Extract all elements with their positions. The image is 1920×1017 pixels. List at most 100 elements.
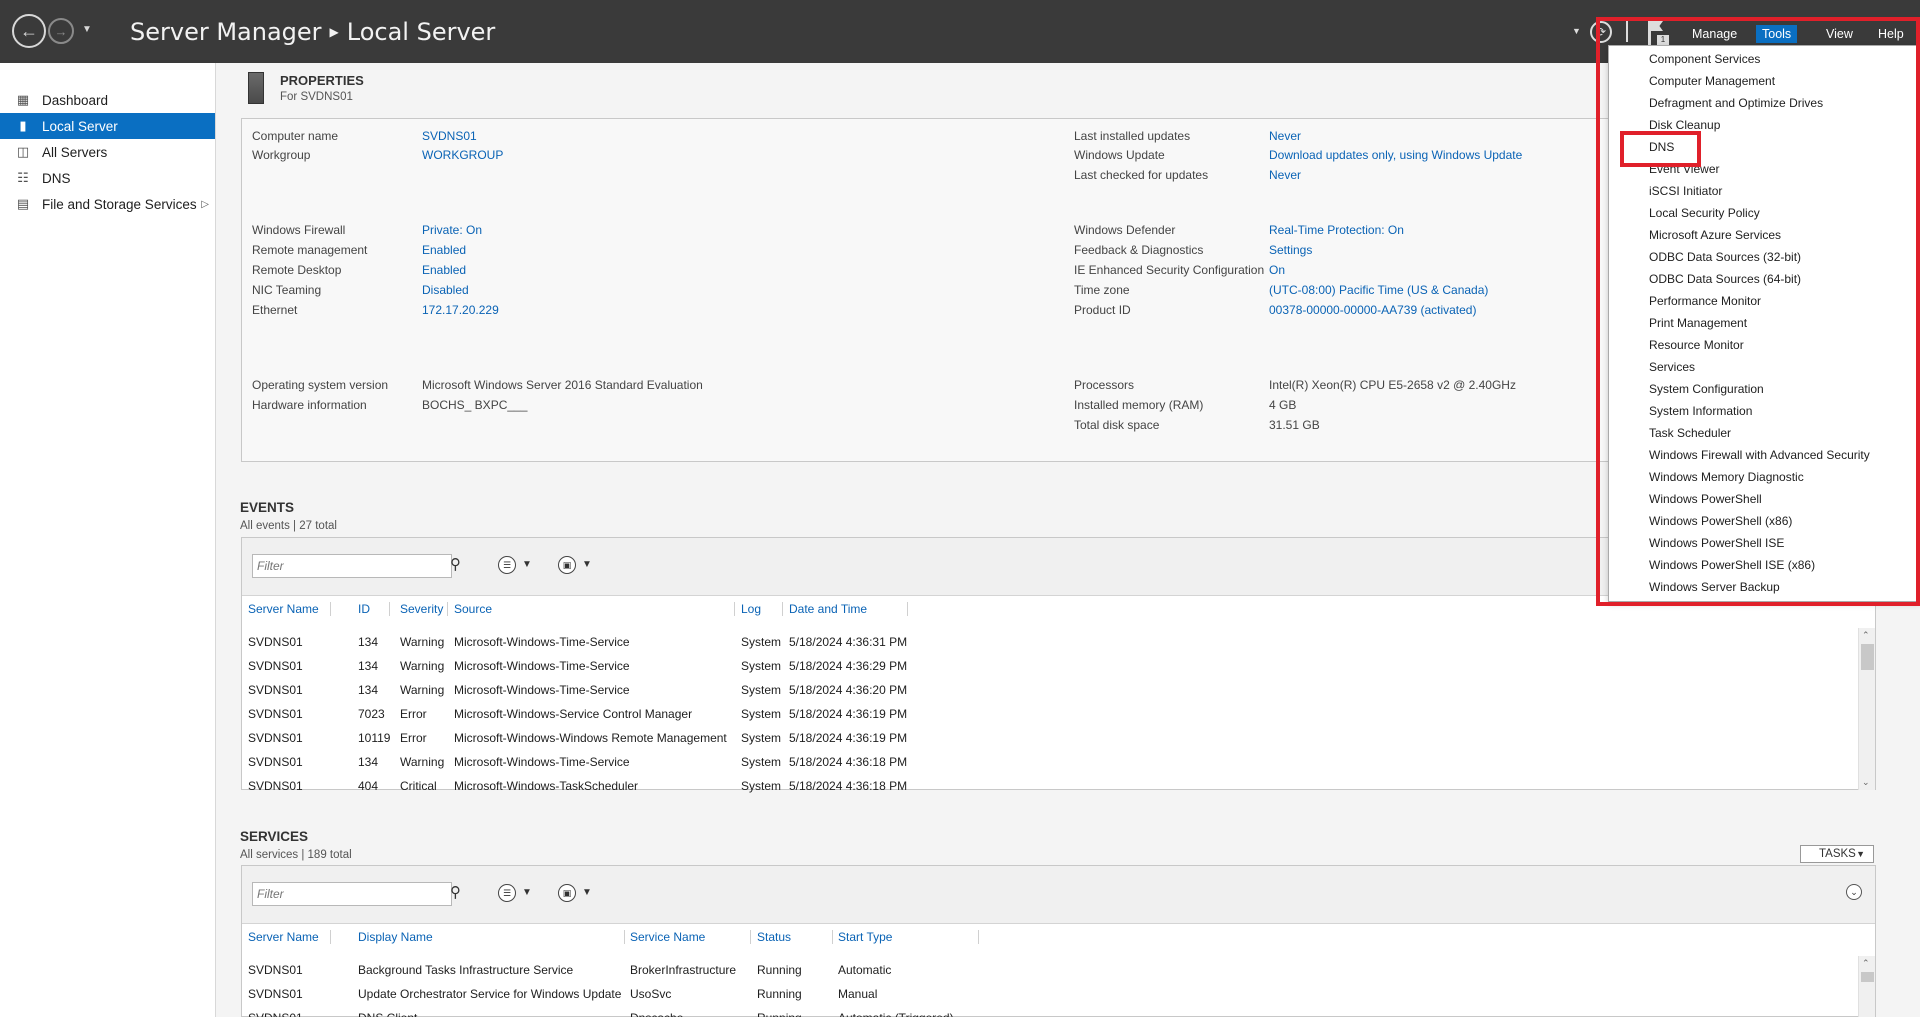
table-cell[interactable]: SVDNS01 xyxy=(248,755,303,769)
prop-value-link[interactable]: Real-Time Protection: On xyxy=(1269,223,1404,237)
prop-value-link[interactable]: Enabled xyxy=(422,263,466,277)
prop-value-link[interactable]: SVDNS01 xyxy=(422,129,477,143)
tools-menu-item[interactable]: DNS xyxy=(1649,140,1674,154)
sidebar-item-all-servers[interactable]: ◫ All Servers xyxy=(0,139,215,165)
list-options-icon[interactable]: ☰ xyxy=(498,556,516,574)
col-status[interactable]: Status xyxy=(757,930,791,944)
table-cell[interactable]: 134 xyxy=(358,755,378,769)
tools-menu-item[interactable]: Computer Management xyxy=(1649,74,1775,88)
scroll-up-icon[interactable]: ⌃ xyxy=(1862,630,1870,641)
header-dropdown-icon[interactable]: ▼ xyxy=(1572,26,1581,36)
prop-value-link[interactable]: WORKGROUP xyxy=(422,148,503,162)
table-cell[interactable]: Automatic xyxy=(838,963,891,977)
table-cell[interactable]: System xyxy=(741,659,781,673)
sidebar-item-dns[interactable]: ☷ DNS xyxy=(0,165,215,191)
table-cell[interactable]: 10119 xyxy=(358,731,390,745)
forward-arrow-icon[interactable]: → xyxy=(48,18,74,44)
tools-menu-item[interactable]: Performance Monitor xyxy=(1649,294,1761,308)
tools-menu-item[interactable]: Windows PowerShell (x86) xyxy=(1649,514,1792,528)
chevron-down-icon[interactable]: ▼ xyxy=(582,887,592,898)
table-cell[interactable]: 5/18/2024 4:36:18 PM xyxy=(789,755,907,769)
back-arrow-icon[interactable]: ← xyxy=(12,14,46,48)
collapse-section-icon[interactable]: ⌄ xyxy=(1846,884,1862,900)
services-filter-input[interactable] xyxy=(252,882,452,906)
table-cell[interactable]: 5/18/2024 4:36:20 PM xyxy=(789,683,907,697)
sidebar-item-local-server[interactable]: ▮ Local Server xyxy=(0,113,215,139)
chevron-down-icon[interactable]: ▼ xyxy=(522,559,532,570)
table-cell[interactable]: Update Orchestrator Service for Windows … xyxy=(358,987,621,1001)
col-display-name[interactable]: Display Name xyxy=(358,930,433,944)
menu-tools[interactable]: Tools xyxy=(1756,25,1798,43)
expand-arrow-icon[interactable]: ▷ xyxy=(201,199,209,210)
search-icon[interactable]: ⚲ xyxy=(450,555,461,573)
col-source[interactable]: Source xyxy=(454,602,492,616)
table-cell[interactable]: 5/18/2024 4:36:19 PM xyxy=(789,707,907,721)
prop-value-link[interactable]: Disabled xyxy=(422,283,469,297)
prop-value-link[interactable]: Download updates only, using Windows Upd… xyxy=(1269,148,1522,162)
table-cell[interactable]: System xyxy=(741,683,781,697)
prop-value-link[interactable]: 00378-00000-00000-AA739 (activated) xyxy=(1269,303,1476,317)
prop-value-link[interactable]: Enabled xyxy=(422,243,466,257)
tools-menu-item[interactable]: Windows Memory Diagnostic xyxy=(1649,470,1804,484)
tools-menu-item[interactable]: System Information xyxy=(1649,404,1752,418)
refresh-icon[interactable]: ⟳ xyxy=(1590,21,1612,43)
tools-menu-item[interactable]: Event Viewer xyxy=(1649,162,1719,176)
table-cell[interactable]: Warning xyxy=(400,635,444,649)
tools-menu-item[interactable]: Windows PowerShell ISE xyxy=(1649,536,1784,550)
tasks-button[interactable]: TASKS ▼ xyxy=(1800,845,1874,863)
prop-value-link[interactable]: Settings xyxy=(1269,243,1312,257)
table-cell[interactable]: SVDNS01 xyxy=(248,731,303,745)
events-scrollbar[interactable]: ⌃ ⌄ xyxy=(1858,628,1875,790)
table-cell[interactable]: SVDNS01 xyxy=(248,659,303,673)
prop-value-link[interactable]: Never xyxy=(1269,168,1301,182)
table-cell[interactable]: Automatic (Triggered) xyxy=(838,1011,954,1017)
table-cell[interactable]: SVDNS01 xyxy=(248,707,303,721)
scroll-thumb[interactable] xyxy=(1861,644,1874,670)
table-cell[interactable]: Microsoft-Windows-Time-Service xyxy=(454,683,630,697)
chevron-down-icon[interactable]: ▼ xyxy=(582,559,592,570)
col-severity[interactable]: Severity xyxy=(400,602,443,616)
tools-menu-item[interactable]: ODBC Data Sources (32-bit) xyxy=(1649,250,1801,264)
menu-help[interactable]: Help xyxy=(1872,25,1910,43)
table-cell[interactable]: UsoSvc xyxy=(630,987,671,1001)
table-cell[interactable]: System xyxy=(741,779,781,793)
table-cell[interactable]: 5/18/2024 4:36:29 PM xyxy=(789,659,907,673)
table-cell[interactable]: Manual xyxy=(838,987,877,1001)
events-filter-input[interactable] xyxy=(252,554,452,578)
table-cell[interactable]: DNS Client xyxy=(358,1011,417,1017)
table-cell[interactable]: Error xyxy=(400,707,427,721)
prop-value-link[interactable]: (UTC-08:00) Pacific Time (US & Canada) xyxy=(1269,283,1488,297)
col-start-type[interactable]: Start Type xyxy=(838,930,892,944)
col-log[interactable]: Log xyxy=(741,602,761,616)
table-cell[interactable]: 7023 xyxy=(358,707,385,721)
prop-value-link[interactable]: Private: On xyxy=(422,223,482,237)
history-dropdown-icon[interactable]: ▼ xyxy=(82,24,92,35)
table-cell[interactable]: Dnscache xyxy=(630,1011,683,1017)
tools-menu-item[interactable]: Resource Monitor xyxy=(1649,338,1744,352)
col-id[interactable]: ID xyxy=(358,602,370,616)
prop-value-link[interactable]: On xyxy=(1269,263,1285,277)
table-cell[interactable]: Background Tasks Infrastructure Service xyxy=(358,963,573,977)
table-cell[interactable]: 5/18/2024 4:36:31 PM xyxy=(789,635,907,649)
tools-menu-item[interactable]: Local Security Policy xyxy=(1649,206,1760,220)
services-scrollbar[interactable]: ⌃ xyxy=(1858,956,1875,1017)
tools-menu-item[interactable]: Windows PowerShell ISE (x86) xyxy=(1649,558,1815,572)
table-cell[interactable]: SVDNS01 xyxy=(248,1011,303,1017)
table-cell[interactable]: 134 xyxy=(358,659,378,673)
tools-menu-item[interactable]: System Configuration xyxy=(1649,382,1764,396)
table-cell[interactable]: Running xyxy=(757,987,802,1001)
table-cell[interactable]: System xyxy=(741,635,781,649)
tools-menu-item[interactable]: Task Scheduler xyxy=(1649,426,1731,440)
table-cell[interactable]: SVDNS01 xyxy=(248,987,303,1001)
sidebar-item-dashboard[interactable]: ▦ Dashboard xyxy=(0,87,215,113)
tools-menu-item[interactable]: Services xyxy=(1649,360,1695,374)
tools-menu-item[interactable]: iSCSI Initiator xyxy=(1649,184,1722,198)
scroll-up-icon[interactable]: ⌃ xyxy=(1862,958,1870,969)
notifications-flag-icon[interactable]: 1 xyxy=(1648,19,1669,45)
table-cell[interactable]: System xyxy=(741,707,781,721)
table-cell[interactable]: Microsoft-Windows-Time-Service xyxy=(454,635,630,649)
table-cell[interactable]: Running xyxy=(757,963,802,977)
table-cell[interactable]: 5/18/2024 4:36:19 PM xyxy=(789,731,907,745)
table-cell[interactable]: 5/18/2024 4:36:18 PM xyxy=(789,779,907,793)
table-cell[interactable]: 134 xyxy=(358,635,378,649)
